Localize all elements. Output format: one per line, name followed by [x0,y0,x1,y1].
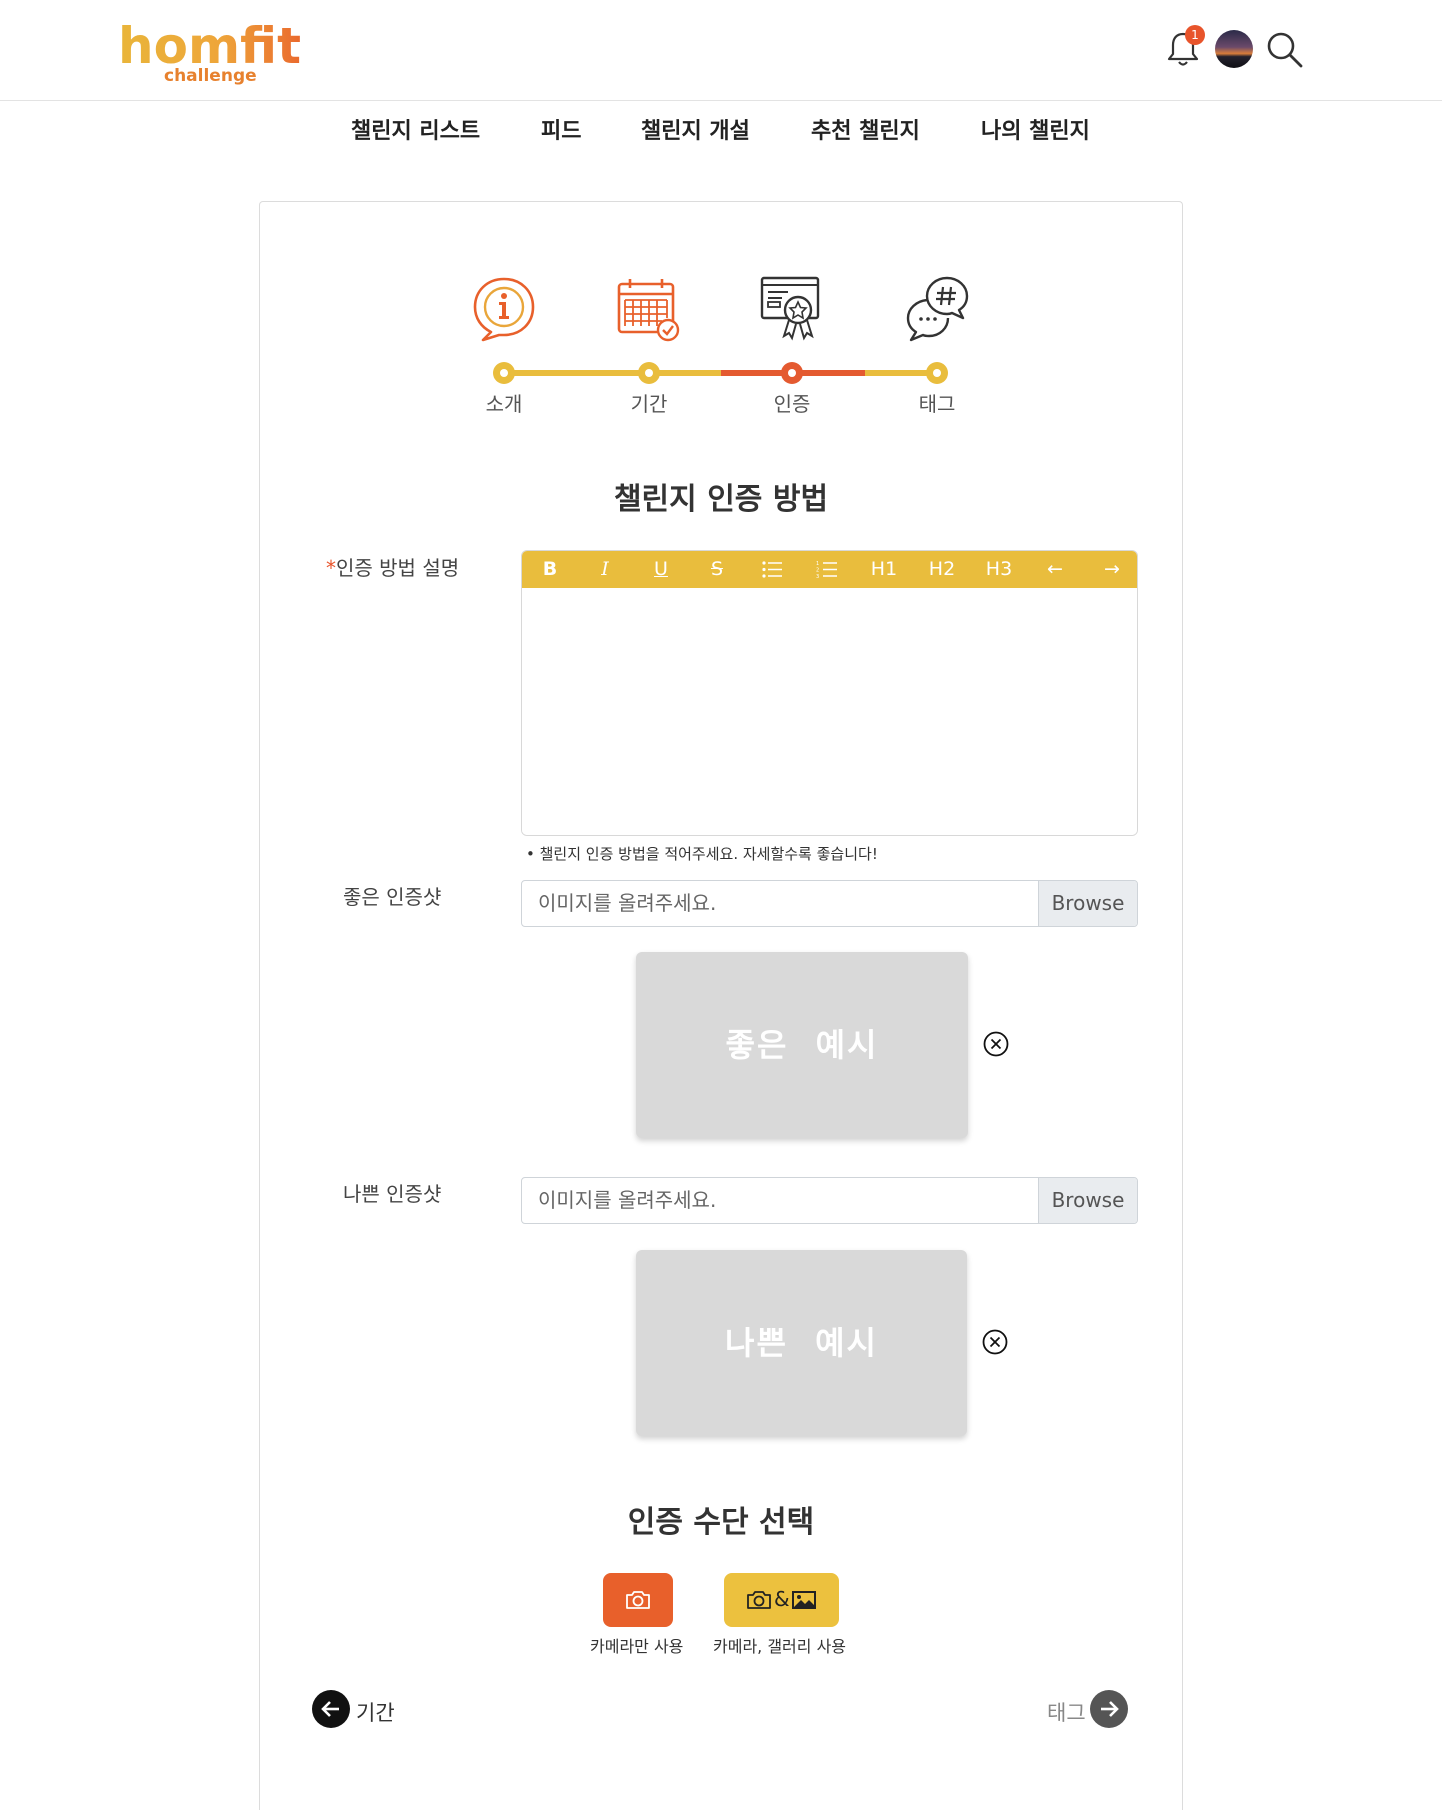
camera-only-label: 카메라만 사용 [590,1637,684,1656]
good-shot-file-input[interactable]: 이미지를 올려주세요. Browse [521,880,1138,927]
main-nav: 챌린지 리스트 피드 챌린지 개설 추천 챌린지 나의 챌린지 [0,101,1442,157]
bad-shot-placeholder: 이미지를 올려주세요. [538,1188,717,1212]
rich-text-editor: B I U S 123 H1 H2 H3 ← → [521,550,1138,836]
calendar-icon [617,279,680,342]
svg-text:3: 3 [816,574,819,580]
good-shot-browse-button[interactable]: Browse [1038,881,1137,926]
good-example-image: 좋은 예시 [636,952,968,1138]
underline-button[interactable]: U [641,551,681,588]
section-title-verify-method: 챌린지 인증 방법 [613,482,829,517]
top-header: homfit challenge 1 [0,0,1442,101]
description-label-text: 인증 방법 설명 [336,556,460,580]
svg-text:2: 2 [816,568,819,574]
arrow-right-icon [1090,1690,1128,1728]
bulleted-list-icon[interactable] [753,551,793,588]
good-shot-placeholder: 이미지를 올려주세요. [538,891,717,915]
camera-gallery-button[interactable]: & [724,1573,839,1627]
outdent-button[interactable]: ← [1035,551,1075,588]
bad-shot-label: 나쁜 인증샷 [343,1182,442,1206]
bold-button[interactable]: B [530,551,570,588]
nav-my-challenge[interactable]: 나의 챌린지 [981,113,1090,145]
ampersand: & [774,1587,790,1611]
description-hint: • 챌린지 인증 방법을 적어주세요. 자세할수록 좋습니다! [526,845,878,863]
description-label: *인증 방법 설명 [326,552,459,581]
nav-create-challenge[interactable]: 챌린지 개설 [641,113,750,145]
nav-recommended-challenge[interactable]: 추천 챌린지 [811,113,920,145]
nav-challenge-list[interactable]: 챌린지 리스트 [351,113,480,145]
bad-example-image: 나쁜 예시 [636,1250,967,1436]
camera-icon [747,1591,771,1609]
step-dot-verify[interactable] [781,362,803,384]
editor-content-area[interactable] [522,588,1137,835]
strikethrough-button[interactable]: S [697,551,737,588]
editor-toolbar: B I U S 123 H1 H2 H3 ← → [522,551,1137,588]
bad-shot-file-input[interactable]: 이미지를 올려주세요. Browse [521,1177,1138,1224]
indent-button[interactable]: → [1092,551,1132,588]
heading1-button[interactable]: H1 [864,551,904,588]
next-step-label: 태그 [1047,1701,1086,1725]
good-shot-label: 좋은 인증샷 [343,885,442,909]
step-dot-tag[interactable] [926,362,948,384]
notification-badge: 1 [1185,25,1205,45]
section-title-method: 인증 수단 선택 [627,1505,815,1540]
camera-icon [626,1591,650,1609]
nav-feed[interactable]: 피드 [541,113,581,145]
step-dot-intro[interactable] [493,362,515,384]
step-label-verify: 인증 [773,392,811,416]
user-avatar[interactable] [1215,30,1253,68]
remove-bad-example-icon[interactable] [981,1328,1009,1356]
homfit-logo[interactable]: homfit challenge [118,18,304,90]
bad-shot-browse-button[interactable]: Browse [1038,1178,1137,1223]
step-label-period: 기간 [630,392,668,416]
prev-step-label: 기간 [356,1701,395,1725]
hashtag-chat-icon [906,276,969,342]
info-icon [473,277,535,342]
svg-text:1: 1 [816,561,819,567]
logo-subtitle: challenge [164,66,257,86]
numbered-list-icon[interactable]: 123 [808,551,848,588]
camera-only-button[interactable] [603,1573,673,1627]
heading3-button[interactable]: H3 [979,551,1019,588]
remove-good-example-icon[interactable] [982,1030,1010,1058]
step-track-1 [504,370,649,376]
step-label-tag: 태그 [918,392,956,416]
heading2-button[interactable]: H2 [922,551,962,588]
required-mark: * [326,556,336,580]
certificate-icon [760,276,820,341]
italic-button[interactable]: I [585,551,625,588]
search-icon[interactable] [1266,31,1304,69]
gallery-icon [792,1591,816,1609]
camera-gallery-label: 카메라, 갤러리 사용 [713,1637,847,1656]
step-label-intro: 소개 [485,392,523,416]
arrow-left-icon [312,1690,350,1728]
step-dot-period[interactable] [638,362,660,384]
